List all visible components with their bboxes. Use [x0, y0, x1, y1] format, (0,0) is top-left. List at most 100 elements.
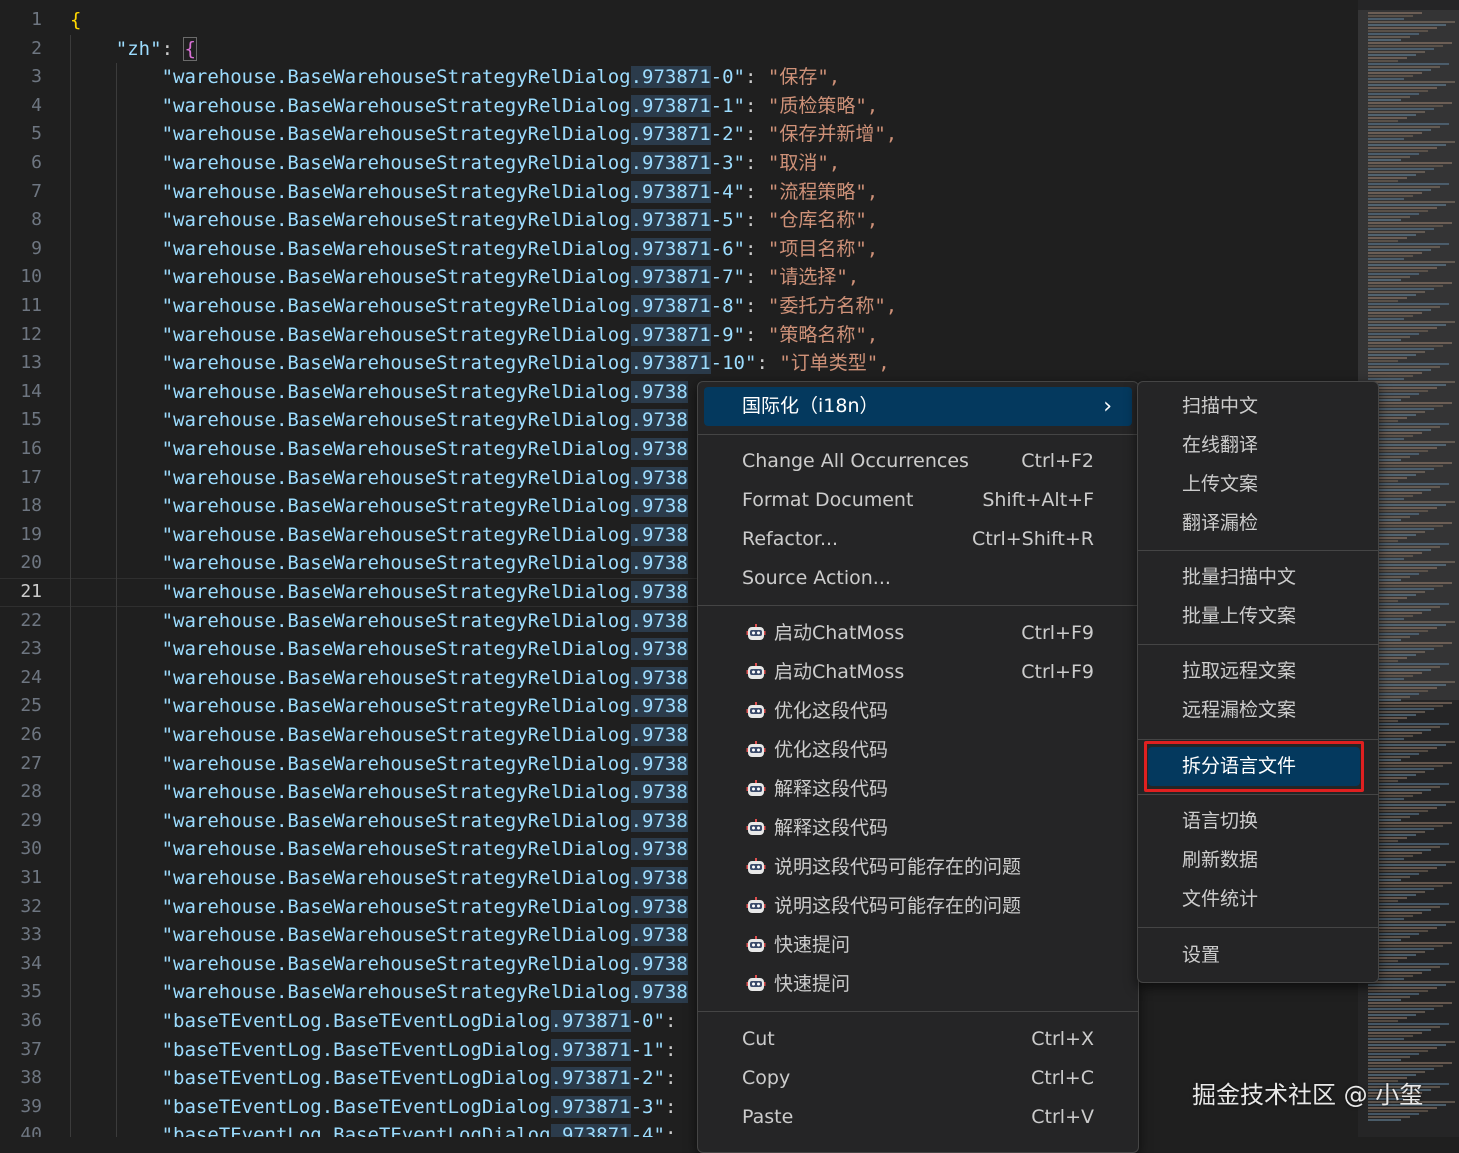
json-key: "warehouse.BaseWarehouseStrategyRelDialo…: [161, 981, 631, 1004]
indent-guide: [115, 149, 117, 178]
code-text: "baseTEventLog.BaseTEventLogDialog.97387…: [161, 1093, 676, 1122]
code-line[interactable]: 7 "warehouse.BaseWarehouseStrategyRelDial…: [0, 177, 1360, 207]
minimap-line: [1368, 60, 1398, 62]
submenu-item[interactable]: 批量上传文案: [1144, 597, 1372, 636]
json-key: "warehouse.BaseWarehouseStrategyRelDialo…: [161, 581, 631, 603]
colon: :: [745, 209, 768, 232]
menu-item-chatmoss[interactable]: 说明这段代码可能存在的问题: [704, 848, 1132, 887]
code-line[interactable]: 39 "baseTEventLog.BaseTEventLogDialog.973…: [0, 1092, 1360, 1122]
submenu-item[interactable]: 上传文案: [1144, 465, 1372, 504]
indent-guide: [115, 549, 117, 578]
code-line[interactable]: 3 "warehouse.BaseWarehouseStrategyRelDial…: [0, 63, 1360, 92]
code-line[interactable]: 5 "warehouse.BaseWarehouseStrategyRelDial…: [0, 120, 1360, 149]
submenu-item[interactable]: 翻译漏检: [1144, 504, 1372, 543]
code-line[interactable]: 1{: [0, 6, 1360, 35]
indent-guide: [115, 177, 117, 207]
code-line[interactable]: 13 "warehouse.BaseWarehouseStrategyRelDia…: [0, 349, 1360, 378]
submenu-item[interactable]: 在线翻译: [1144, 426, 1372, 465]
menu-item-chatmoss[interactable]: 优化这段代码: [704, 692, 1132, 731]
code-line[interactable]: 2 "zh": {: [0, 34, 1360, 64]
code-text: "warehouse.BaseWarehouseStrategyRelDialo…: [162, 750, 688, 779]
menu-item[interactable]: Source Action...: [704, 559, 1132, 598]
minimap-line: [1368, 384, 1446, 386]
minimap-line: [1368, 963, 1449, 965]
minimap-line: [1368, 921, 1455, 923]
code-line[interactable]: 40 "baseTEventLog.BaseTEventLogDialog.973…: [0, 1121, 1360, 1137]
minimap-line: [1368, 903, 1449, 905]
menu-item[interactable]: Paste Ctrl+V: [704, 1098, 1132, 1137]
minimap-line: [1368, 1017, 1407, 1019]
menu-item-chatmoss[interactable]: 启动ChatMoss Ctrl+F9: [704, 614, 1132, 653]
json-key: "warehouse.BaseWarehouseStrategyRelDialo…: [161, 66, 631, 89]
code-line[interactable]: 6 "warehouse.BaseWarehouseStrategyRelDial…: [0, 149, 1360, 178]
menu-item-i18n[interactable]: 国际化（i18n） ›: [704, 387, 1132, 426]
menu-item-shortcut: Ctrl+F9: [1021, 622, 1094, 644]
minimap-line: [1368, 1026, 1440, 1028]
minimap-line: [1368, 330, 1428, 332]
minimap-line: [1368, 156, 1410, 158]
submenu-item[interactable]: 刷新数据: [1144, 841, 1372, 880]
json-key: "warehouse.BaseWarehouseStrategyRelDialo…: [161, 209, 631, 232]
menu-item[interactable]: Copy Ctrl+C: [704, 1059, 1132, 1098]
menu-item-chatmoss[interactable]: 优化这段代码: [704, 731, 1132, 770]
submenu-item[interactable]: 文件统计: [1144, 880, 1372, 919]
code-line[interactable]: 38 "baseTEventLog.BaseTEventLogDialog.973…: [0, 1064, 1360, 1093]
code-line[interactable]: 10 "warehouse.BaseWarehouseStrategyRelDia…: [0, 263, 1360, 292]
minimap-line: [1368, 54, 1416, 56]
minimap-line: [1368, 423, 1449, 425]
json-key: "warehouse.BaseWarehouseStrategyRelDialo…: [161, 809, 631, 832]
menu-item-chatmoss[interactable]: 说明这段代码可能存在的问题: [704, 887, 1132, 926]
code-line[interactable]: 37 "baseTEventLog.BaseTEventLogDialog.973…: [0, 1035, 1360, 1065]
json-key: "baseTEventLog.BaseTEventLogDialog: [161, 1095, 551, 1118]
minimap-line: [1368, 132, 1422, 134]
code-line[interactable]: 11 "warehouse.BaseWarehouseStrategyRelDia…: [0, 292, 1360, 321]
menu-item-chatmoss[interactable]: 解释这段代码: [704, 770, 1132, 809]
menu-item[interactable]: Refactor... Ctrl+Shift+R: [704, 520, 1132, 559]
colon: :: [664, 1124, 677, 1137]
menu-item[interactable]: Cut Ctrl+X: [704, 1020, 1132, 1059]
minimap-line: [1368, 267, 1437, 269]
menu-item[interactable]: Change All Occurrences Ctrl+F2: [704, 442, 1132, 481]
submenu-item[interactable]: 扫描中文: [1144, 387, 1372, 426]
json-value: "订单类型",: [779, 352, 890, 375]
search-highlight: .9738: [630, 552, 688, 575]
minimap-line: [1368, 45, 1443, 47]
menu-separator: [1138, 644, 1378, 645]
minimap-line: [1368, 24, 1446, 26]
submenu-item[interactable]: 拉取远程文案: [1144, 652, 1372, 691]
json-key: "warehouse.BaseWarehouseStrategyRelDialo…: [161, 895, 631, 918]
line-number: 10: [20, 266, 42, 288]
menu-separator: [1138, 739, 1378, 740]
indent-guide: [115, 778, 117, 807]
code-line[interactable]: 9 "warehouse.BaseWarehouseStrategyRelDial…: [0, 234, 1360, 264]
line-number: 6: [31, 152, 42, 173]
search-highlight: .973871: [630, 295, 711, 317]
code-text: "warehouse.BaseWarehouseStrategyRelDialo…: [162, 464, 688, 493]
indent-guide: [115, 406, 117, 435]
code-text: "warehouse.BaseWarehouseStrategyRelDialo…: [162, 978, 688, 1007]
menu-item[interactable]: Format Document Shift+Alt+F: [704, 481, 1132, 520]
submenu-item[interactable]: 语言切换: [1144, 802, 1372, 841]
menu-item-chatmoss[interactable]: 解释这段代码: [704, 809, 1132, 848]
code-line[interactable]: 36 "baseTEventLog.BaseTEventLogDialog.973…: [0, 1007, 1360, 1036]
menu-item-chatmoss[interactable]: 启动ChatMoss Ctrl+F9: [704, 653, 1132, 692]
code-text: "warehouse.BaseWarehouseStrategyRelDialo…: [162, 721, 688, 750]
menu-separator: [698, 605, 1138, 606]
json-key-suffix: -8": [710, 295, 745, 317]
code-line[interactable]: 4 "warehouse.BaseWarehouseStrategyRelDial…: [0, 91, 1360, 121]
code-line[interactable]: 12 "warehouse.BaseWarehouseStrategyRelDia…: [0, 320, 1360, 350]
submenu-item[interactable]: 批量扫描中文: [1144, 558, 1372, 597]
code-line[interactable]: 8 "warehouse.BaseWarehouseStrategyRelDial…: [0, 206, 1360, 235]
search-highlight: .9738: [630, 638, 688, 661]
submenu-item[interactable]: 远程漏检文案: [1144, 691, 1372, 730]
minimap-line: [1368, 216, 1410, 218]
json-key-suffix: -4": [710, 180, 745, 203]
line-number: 25: [20, 695, 42, 717]
minimap-line: [1368, 210, 1428, 212]
minimap-line: [1368, 1035, 1413, 1037]
json-key: "warehouse.BaseWarehouseStrategyRelDialo…: [161, 924, 631, 947]
menu-item-chatmoss[interactable]: 快速提问: [704, 926, 1132, 965]
minimap-line: [1368, 213, 1419, 215]
menu-item-chatmoss[interactable]: 快速提问: [704, 965, 1132, 1004]
submenu-item[interactable]: 设置: [1144, 936, 1372, 975]
